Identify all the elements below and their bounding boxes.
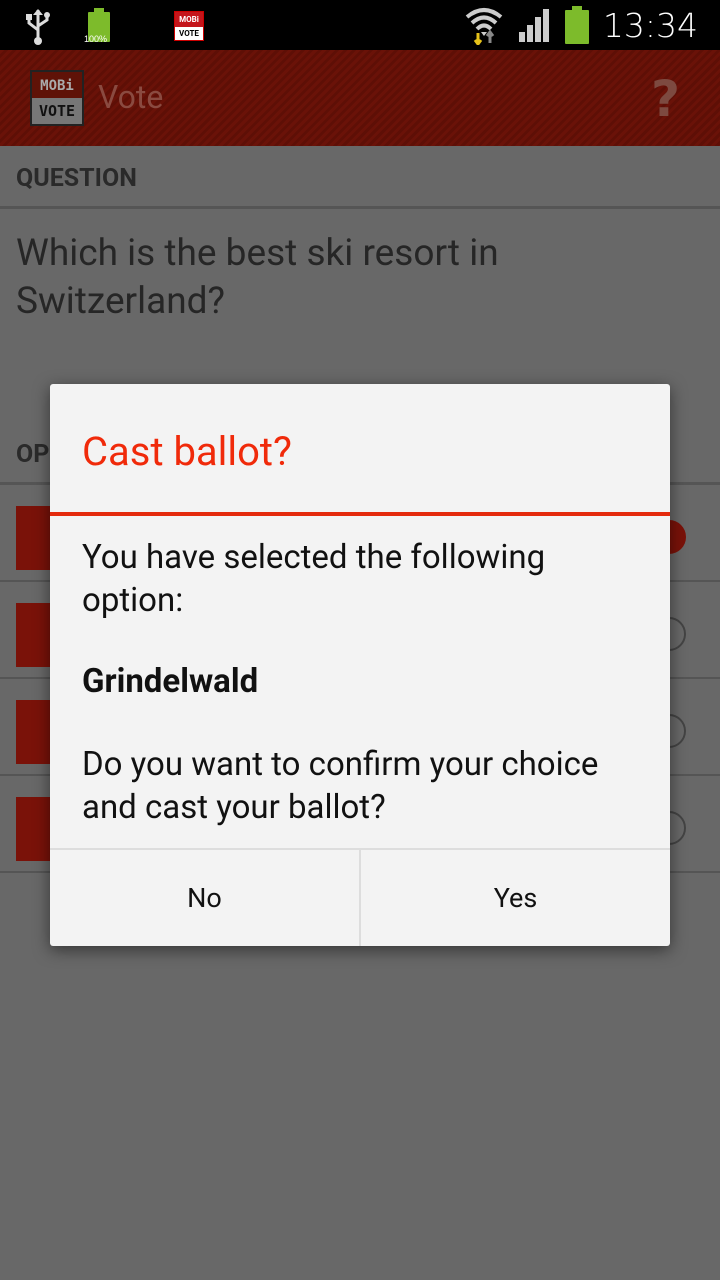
question-divider: [0, 206, 720, 209]
dialog-message: You have selected the following option: …: [82, 536, 642, 829]
usb-icon: [26, 9, 50, 45]
notification-logo-top: MOBi: [175, 12, 203, 28]
app-logo[interactable]: MOBi VOTE: [30, 70, 84, 126]
status-bar-left: 100% MOBi VOTE: [20, 6, 204, 46]
battery-icon: 100%: [84, 6, 114, 46]
question-text: Which is the best ski resort in Switzerl…: [16, 232, 499, 323]
app-logo-bottom: VOTE: [32, 98, 82, 124]
selected-option-name: Grindelwald: [82, 662, 259, 701]
dialog-button-row: No Yes: [50, 848, 670, 946]
status-bar-right: 13:34: [465, 0, 698, 50]
notification-logo-bottom: VOTE: [179, 29, 199, 39]
battery-percent-label: 100%: [84, 34, 108, 44]
dialog-message-intro: You have selected the following option:: [82, 538, 546, 620]
dialog-confirm-question: Do you want to confirm your choice and c…: [82, 745, 599, 827]
cast-ballot-dialog: Cast ballot? You have selected the follo…: [50, 384, 670, 946]
app-logo-top: MOBi: [32, 72, 82, 100]
mobivote-notification-icon: MOBi VOTE: [174, 11, 204, 41]
dialog-title-divider: [50, 512, 670, 516]
help-icon[interactable]: ?: [651, 70, 680, 128]
status-time: 13:34: [602, 5, 698, 45]
page-title: Vote: [98, 78, 164, 116]
battery-icon: [564, 6, 589, 44]
status-bar: 100% MOBi VOTE 13:34: [0, 0, 720, 50]
dialog-title: Cast ballot?: [82, 428, 292, 475]
yes-button[interactable]: Yes: [361, 850, 670, 946]
signal-icon: [518, 9, 549, 42]
question-section-label: QUESTION: [16, 164, 137, 193]
no-button[interactable]: No: [50, 850, 361, 946]
wifi-icon: [465, 8, 503, 45]
options-section-label: OP: [16, 440, 50, 469]
action-bar: MOBi VOTE Vote ?: [0, 50, 720, 146]
